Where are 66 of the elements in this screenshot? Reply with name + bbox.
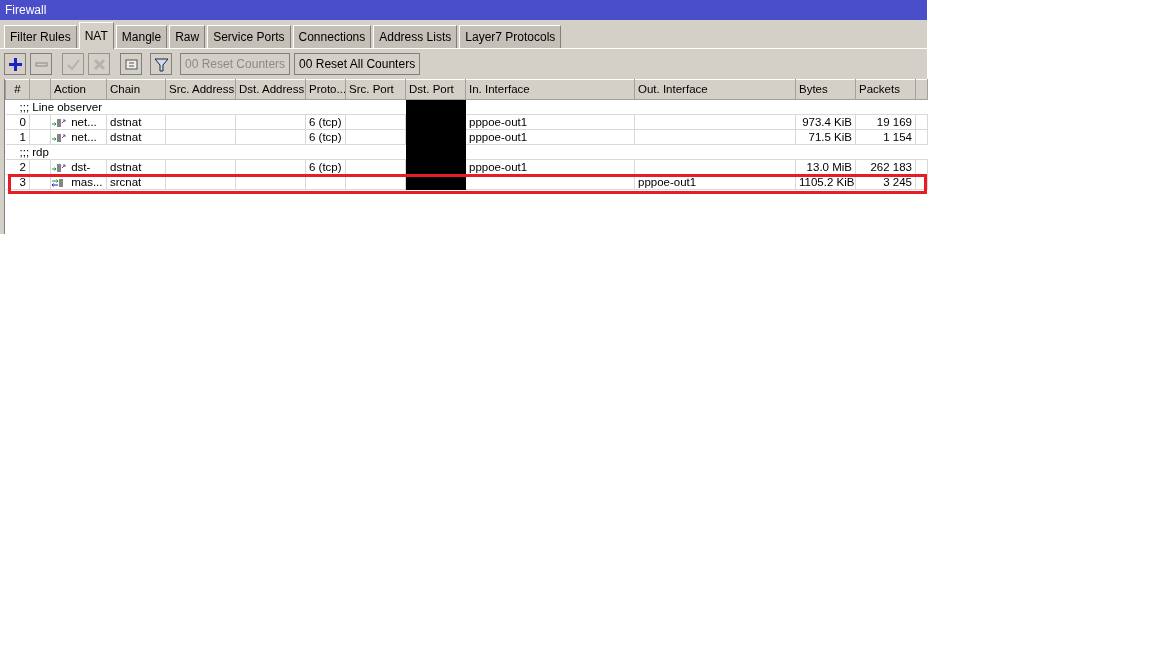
action-cell: net... bbox=[50, 129, 107, 145]
note-icon bbox=[123, 56, 139, 72]
column-header[interactable]: Chain bbox=[106, 79, 166, 100]
note-button[interactable] bbox=[120, 53, 142, 75]
table-cell: 19 169 bbox=[855, 114, 916, 130]
table-cell: dstnat bbox=[106, 114, 166, 130]
table-cell: 6 (tcp) bbox=[305, 114, 346, 130]
arrow-bars-icon bbox=[52, 118, 66, 129]
tab[interactable]: Layer7 Protocols bbox=[459, 25, 562, 48]
column-header[interactable]: Dst. Port bbox=[405, 79, 466, 100]
column-header[interactable]: Packets bbox=[855, 79, 916, 100]
table-cell: dstnat bbox=[106, 129, 166, 145]
rule-row[interactable]: 0 net... dstnat 6 (tcp) pppoe-out1 973.4 KiB 19 169 bbox=[5, 114, 928, 130]
arrow-bars-icon bbox=[52, 163, 66, 174]
table-cell: 973.4 KiB bbox=[795, 114, 856, 130]
add-icon bbox=[7, 56, 23, 72]
table-cell: srcnat bbox=[106, 174, 166, 190]
table-cell: 13.0 MiB bbox=[795, 159, 856, 175]
table-cell: 1 bbox=[5, 129, 30, 145]
comment-text: ;;; rdp bbox=[5, 144, 406, 160]
comment-text: ;;; Line observer bbox=[5, 99, 406, 115]
action-cell: dst- bbox=[50, 159, 107, 175]
table-cell: pppoe-out1 bbox=[634, 174, 796, 190]
table-cell: 1105.2 KiB bbox=[795, 174, 856, 190]
add-button[interactable] bbox=[4, 53, 26, 75]
tab[interactable]: Mangle bbox=[115, 25, 168, 48]
action-cell: mas... bbox=[50, 174, 107, 190]
table-cell: 6 (tcp) bbox=[305, 129, 346, 145]
table-cell: 6 (tcp) bbox=[305, 159, 346, 175]
rule-row[interactable]: 3 mas... srcnat pppoe-out1 1105.2 KiB 3 245 bbox=[5, 174, 928, 190]
table-cell: 3 bbox=[5, 174, 30, 190]
table-cell: pppoe-out1 bbox=[465, 129, 635, 145]
table-cell: 71.5 KiB bbox=[795, 129, 856, 145]
column-header[interactable]: In. Interface bbox=[465, 79, 635, 100]
arrow-bars-icon bbox=[52, 133, 66, 144]
column-header[interactable]: Out. Interface bbox=[634, 79, 796, 100]
table-cell: 2 bbox=[5, 159, 30, 175]
tab[interactable]: Service Ports bbox=[207, 25, 291, 48]
cross-icon bbox=[91, 56, 107, 72]
column-header[interactable]: Bytes bbox=[795, 79, 856, 100]
column-header[interactable]: Src. Port bbox=[345, 79, 406, 100]
swap-bars-icon bbox=[52, 178, 66, 189]
filter-button[interactable] bbox=[150, 53, 172, 75]
tab[interactable]: NAT bbox=[78, 22, 114, 49]
table-cell: 3 245 bbox=[855, 174, 916, 190]
tab[interactable]: Filter Rules bbox=[4, 25, 77, 48]
rule-row[interactable]: 1 net... dstnat 6 (tcp) pppoe-out1 71.5 KiB 1 154 bbox=[5, 129, 928, 145]
tab[interactable]: Connections bbox=[292, 25, 372, 48]
table-cell: pppoe-out1 bbox=[465, 114, 635, 130]
table-cell: pppoe-out1 bbox=[465, 159, 635, 175]
column-header[interactable]: Dst. Address bbox=[235, 79, 306, 100]
rule-row[interactable]: 2 dst- dstnat 6 (tcp) pppoe-out1 13.0 MiB 262 183 bbox=[5, 159, 928, 175]
table-cell: 1 154 bbox=[855, 129, 916, 145]
column-header[interactable]: Action bbox=[50, 79, 107, 100]
reset-counters-button[interactable]: 00 Reset All Counters bbox=[294, 53, 421, 75]
filter-icon bbox=[153, 56, 169, 72]
column-header[interactable]: # bbox=[5, 79, 30, 100]
table-cell: 0 bbox=[5, 114, 30, 130]
tab[interactable]: Address Lists bbox=[373, 25, 458, 48]
column-header[interactable]: Proto... bbox=[305, 79, 346, 100]
window-title: Firewall bbox=[0, 0, 927, 20]
action-cell: net... bbox=[50, 114, 107, 130]
table-cell: dstnat bbox=[106, 159, 166, 175]
column-header[interactable]: Src. Address bbox=[165, 79, 236, 100]
tab[interactable]: Raw bbox=[169, 25, 206, 48]
table-cell: 262 183 bbox=[855, 159, 916, 175]
